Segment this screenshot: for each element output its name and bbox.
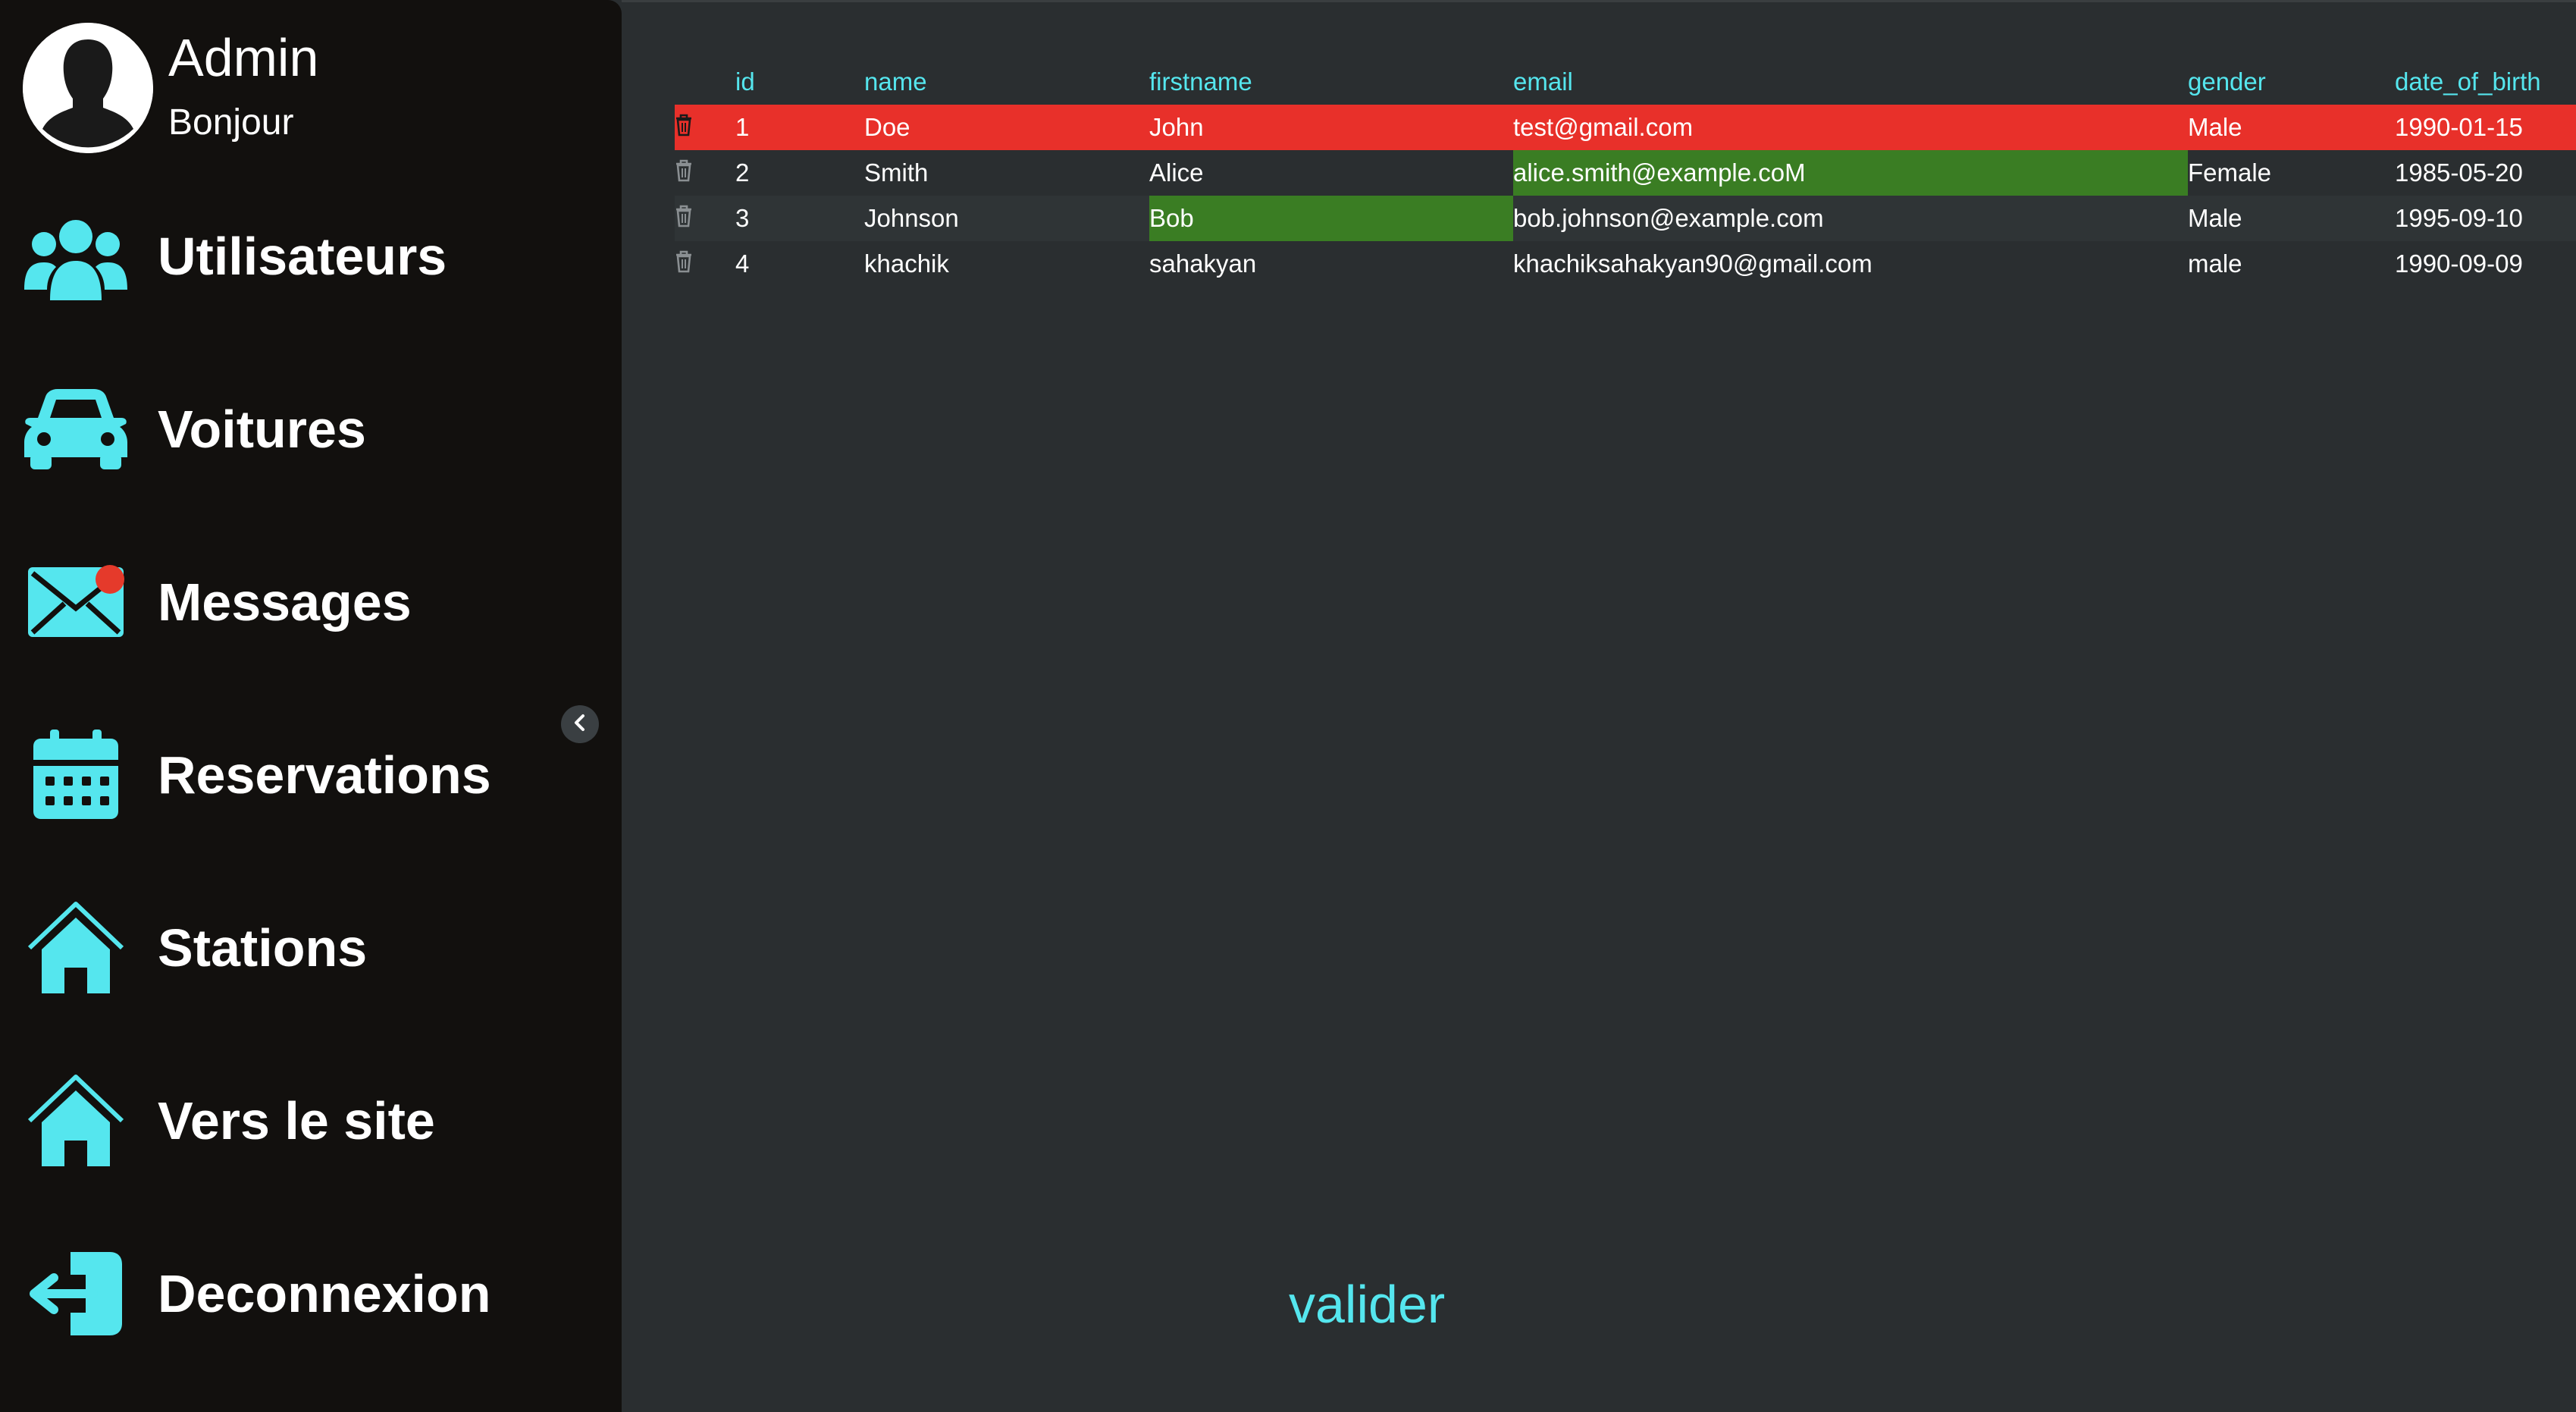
cell-id[interactable]: 3 xyxy=(735,196,864,241)
table-row[interactable]: 4 khachik sahakyan khachiksahakyan90@gma… xyxy=(675,241,2576,287)
cell-gender[interactable]: male xyxy=(2188,241,2395,287)
top-divider xyxy=(622,0,2576,2)
car-icon xyxy=(23,380,129,479)
table-row[interactable]: 3 Johnson Bob bob.johnson@example.com Ma… xyxy=(675,196,2576,241)
notification-badge xyxy=(96,565,124,594)
users-table: id name firstname email gender date_of_b… xyxy=(675,59,2576,287)
column-header-name[interactable]: name xyxy=(864,59,1149,105)
sidebar-item-stations[interactable]: Stations xyxy=(23,895,599,1001)
cell-email[interactable]: test@gmail.com xyxy=(1513,105,2188,150)
cell-id[interactable]: 1 xyxy=(735,105,864,150)
avatar xyxy=(23,23,153,153)
sidebar-item-messages[interactable]: Messages xyxy=(23,549,599,655)
admin-app: Admin Bonjour Utilisateurs Voitures Mess… xyxy=(0,0,2576,1412)
cell-firstname[interactable]: Alice xyxy=(1149,150,1513,196)
cell-name[interactable]: Johnson xyxy=(864,196,1149,241)
calendar-icon xyxy=(23,726,129,824)
sidebar-item-label: Messages xyxy=(158,573,412,632)
validate-button[interactable]: valider xyxy=(1289,1274,1445,1335)
chevron-left-icon xyxy=(572,713,588,736)
cell-gender[interactable]: Male xyxy=(2188,196,2395,241)
profile-text: Admin Bonjour xyxy=(168,23,318,153)
column-header-email[interactable]: email xyxy=(1513,59,2188,105)
cell-date-of-birth[interactable]: 1990-01-15 xyxy=(2395,105,2576,150)
column-header-id[interactable]: id xyxy=(735,59,864,105)
cell-id[interactable]: 4 xyxy=(735,241,864,287)
sidebar-item-deconnexion[interactable]: Deconnexion xyxy=(23,1241,599,1347)
sidebar-item-label: Vers le site xyxy=(158,1091,435,1150)
column-header-firstname[interactable]: firstname xyxy=(1149,59,1513,105)
delete-cell xyxy=(675,196,735,241)
cell-email-edited[interactable]: alice.smith@example.coM xyxy=(1513,150,2188,196)
cell-date-of-birth[interactable]: 1990-09-09 xyxy=(2395,241,2576,287)
home-icon xyxy=(23,899,129,997)
sidebar-item-label: Reservations xyxy=(158,745,491,805)
cell-email[interactable]: bob.johnson@example.com xyxy=(1513,196,2188,241)
trash-icon[interactable] xyxy=(675,159,693,188)
table-row[interactable]: 2 Smith Alice alice.smith@example.coM Fe… xyxy=(675,150,2576,196)
sidebar: Admin Bonjour Utilisateurs Voitures Mess… xyxy=(0,0,622,1412)
table-header-row: id name firstname email gender date_of_b… xyxy=(675,59,2576,105)
column-header-date-of-birth[interactable]: date_of_birth xyxy=(2395,59,2576,105)
sidebar-item-label: Stations xyxy=(158,918,368,977)
trash-icon[interactable] xyxy=(675,250,693,279)
delete-cell xyxy=(675,241,735,287)
cell-name[interactable]: khachik xyxy=(864,241,1149,287)
cell-gender[interactable]: Male xyxy=(2188,105,2395,150)
cell-name[interactable]: Doe xyxy=(864,105,1149,150)
cell-firstname[interactable]: John xyxy=(1149,105,1513,150)
cell-gender[interactable]: Female xyxy=(2188,150,2395,196)
profile-greeting: Bonjour xyxy=(168,102,294,143)
sidebar-collapse-button[interactable] xyxy=(561,705,599,743)
cell-date-of-birth[interactable]: 1995-09-10 xyxy=(2395,196,2576,241)
sidebar-item-label: Voitures xyxy=(158,400,366,459)
trash-icon[interactable] xyxy=(675,114,693,143)
sidebar-item-reservations[interactable]: Reservations xyxy=(23,722,599,828)
home-icon xyxy=(23,1072,129,1170)
sidebar-item-vers-le-site[interactable]: Vers le site xyxy=(23,1068,599,1174)
profile-name: Admin xyxy=(168,28,319,87)
cell-firstname-edited[interactable]: Bob xyxy=(1149,196,1513,241)
sidebar-item-label: Deconnexion xyxy=(158,1264,491,1323)
delete-cell xyxy=(675,150,735,196)
delete-cell xyxy=(675,105,735,150)
logout-icon xyxy=(23,1244,129,1343)
cell-email[interactable]: khachiksahakyan90@gmail.com xyxy=(1513,241,2188,287)
cell-name[interactable]: Smith xyxy=(864,150,1149,196)
cell-date-of-birth[interactable]: 1985-05-20 xyxy=(2395,150,2576,196)
column-header-actions xyxy=(675,59,735,105)
sidebar-item-voitures[interactable]: Voitures xyxy=(23,376,599,482)
users-icon xyxy=(23,207,129,306)
envelope-icon xyxy=(23,553,129,651)
cell-firstname[interactable]: sahakyan xyxy=(1149,241,1513,287)
cell-id[interactable]: 2 xyxy=(735,150,864,196)
main-content: id name firstname email gender date_of_b… xyxy=(622,0,2576,1412)
column-header-gender[interactable]: gender xyxy=(2188,59,2395,105)
trash-icon[interactable] xyxy=(675,205,693,234)
sidebar-item-utilisateurs[interactable]: Utilisateurs xyxy=(23,203,599,309)
table-row[interactable]: 1 Doe John test@gmail.com Male 1990-01-1… xyxy=(675,105,2576,150)
profile: Admin Bonjour xyxy=(23,23,318,159)
sidebar-item-label: Utilisateurs xyxy=(158,227,447,286)
